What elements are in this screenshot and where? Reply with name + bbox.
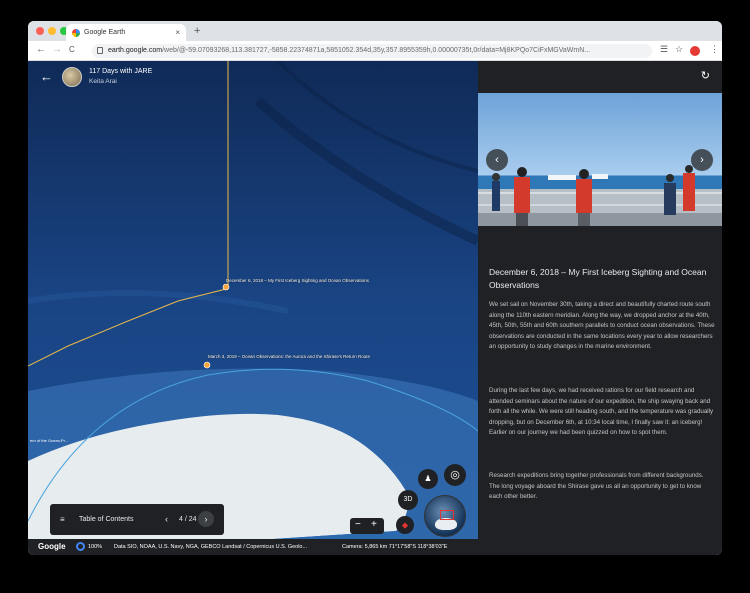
extension-icon[interactable]	[690, 46, 700, 56]
tab-close-icon[interactable]: ×	[175, 28, 180, 37]
tab-title: Google Earth	[84, 29, 126, 36]
attribution-text[interactable]: Data SIO, NOAA, U.S. Navy, NGA, GEBCO La…	[114, 544, 307, 550]
story-panel: ↻ ‹ › December 6, 2018 – My First Iceber…	[478, 61, 722, 555]
minimize-window-button[interactable]	[48, 27, 56, 35]
browser-window: Google Earth × + ← → C earth.google.com/…	[28, 21, 722, 555]
story-author: Keita Arai	[89, 78, 117, 85]
load-percent: 100%	[88, 544, 103, 550]
refresh-icon[interactable]: ↻	[701, 69, 710, 82]
loading-ring-icon	[76, 542, 85, 551]
lock-icon	[97, 47, 103, 54]
map-imagery	[28, 61, 478, 555]
pegman-icon[interactable]: ♟	[418, 469, 438, 489]
article-paragraph-3: Research expeditions bring together prof…	[489, 472, 704, 501]
pin-1-label[interactable]: December 6, 2018 – My First Iceberg Sigh…	[226, 278, 369, 283]
prev-slide-button[interactable]: ‹	[165, 514, 168, 524]
article-heading: December 6, 2018 – My First Iceberg Sigh…	[489, 267, 707, 290]
list-icon[interactable]: ≡	[60, 515, 65, 524]
photo-prev-button[interactable]: ‹	[486, 149, 508, 171]
tab-search-icon[interactable]: ☰	[660, 44, 668, 55]
back-button[interactable]: ←	[36, 44, 46, 55]
browser-menu-icon[interactable]: ⋮	[710, 44, 719, 55]
url-domain: earth.google.com	[108, 47, 163, 54]
google-earth-favicon-icon	[72, 28, 80, 37]
url-path: /web/@-59.07093268,113.381727,-5858.2237…	[162, 47, 591, 54]
zoom-in-button[interactable]: +	[371, 519, 377, 530]
browser-toolbar: ← → C earth.google.com/web/@-59.07093268…	[28, 41, 722, 61]
route-pin-2[interactable]	[203, 361, 211, 369]
story-photo: ‹ ›	[478, 93, 722, 226]
zoom-out-button[interactable]: −	[355, 519, 361, 530]
my-location-icon[interactable]: ◎	[444, 464, 466, 486]
new-tab-button[interactable]: +	[194, 25, 200, 37]
next-slide-button[interactable]: ›	[198, 511, 214, 527]
google-logo: Google	[38, 542, 66, 551]
forward-button[interactable]: →	[52, 44, 62, 55]
map-status-bar: Google 100% Data SIO, NOAA, U.S. Navy, N…	[28, 539, 478, 555]
story-header: ← 117 Days with JARE Keita Arai	[28, 61, 478, 95]
zoom-control: − +	[350, 518, 384, 534]
camera-readout: Camera: 5,865 km 71°17'58"S 118°38'03"E	[342, 544, 448, 550]
globe-view-box	[440, 510, 454, 520]
close-window-button[interactable]	[36, 27, 44, 35]
compass-icon[interactable]: ⬥	[396, 516, 414, 534]
coast-label: ern of the Ocean,Pr...	[30, 438, 69, 443]
pin-2-label[interactable]: March 3, 2019 – Ocean Observations: the …	[208, 354, 370, 359]
table-of-contents-bar[interactable]: ≡ Table of Contents ‹ 4 / 24 ›	[50, 504, 224, 535]
article-paragraph-2: During the last few days, we had receive…	[489, 387, 714, 437]
photo-next-button[interactable]: ›	[691, 149, 713, 171]
earth-map-view[interactable]: December 6, 2018 – My First Iceberg Sigh…	[28, 61, 478, 555]
panel-header: ↻	[478, 61, 722, 93]
reload-button[interactable]: C	[69, 45, 75, 54]
mini-globe[interactable]	[424, 495, 466, 537]
bookmark-star-icon[interactable]: ☆	[675, 44, 683, 55]
story-back-arrow-icon[interactable]: ←	[40, 69, 53, 84]
story-title: 117 Days with JARE	[89, 68, 153, 75]
tab-google-earth[interactable]: Google Earth ×	[66, 24, 186, 41]
slide-counter: 4 / 24	[179, 516, 197, 523]
toc-label[interactable]: Table of Contents	[79, 516, 133, 523]
article-paragraph-1: We set sail on November 30th, taking a d…	[489, 301, 715, 351]
tab-strip: Google Earth × +	[28, 21, 722, 41]
author-avatar	[62, 67, 82, 87]
photo-scene	[478, 165, 722, 226]
route-pin-1[interactable]	[222, 283, 230, 291]
3d-toggle-button[interactable]: 3D	[398, 490, 418, 510]
address-bar[interactable]: earth.google.com/web/@-59.07093268,113.3…	[92, 44, 652, 58]
